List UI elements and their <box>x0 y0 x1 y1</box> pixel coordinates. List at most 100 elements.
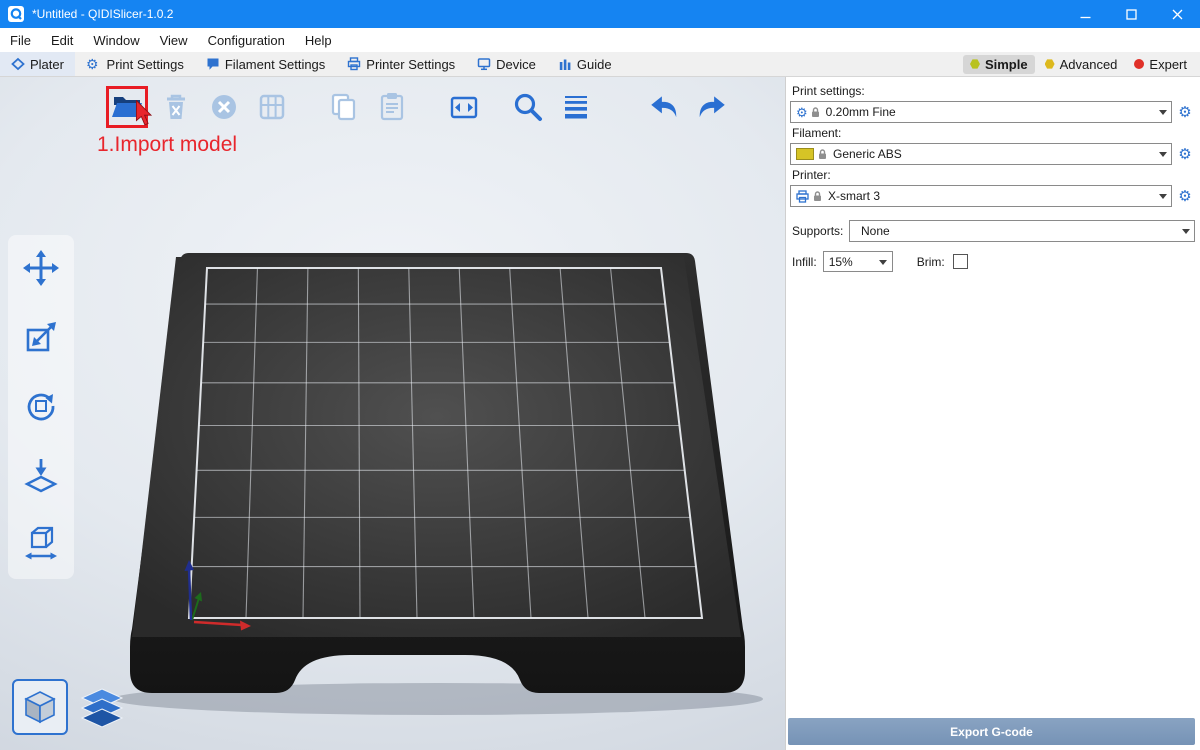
menu-bar: File Edit Window View Configuration Help <box>0 28 1200 52</box>
menu-item-configuration[interactable]: Configuration <box>198 28 295 52</box>
printer-combo[interactable]: X-smart 3 <box>790 185 1172 207</box>
tab-bar: Plater ⚙ Print Settings Filament Setting… <box>0 52 1200 77</box>
tab-filament-settings[interactable]: Filament Settings <box>195 52 336 76</box>
import-annotation: 1.Import model <box>97 133 237 157</box>
menu-item-window[interactable]: Window <box>83 28 149 52</box>
print-bed[interactable] <box>0 77 785 750</box>
scale-button[interactable] <box>20 316 62 358</box>
copy-icon <box>327 90 361 124</box>
simple-mode-icon <box>970 59 980 69</box>
expert-mode-icon <box>1134 59 1144 69</box>
window-title: *Untitled - QIDISlicer-1.0.2 <box>32 7 173 21</box>
export-gcode-button[interactable]: Export G-code <box>788 718 1195 745</box>
menu-item-edit[interactable]: Edit <box>41 28 83 52</box>
split-objects-button[interactable] <box>444 87 484 127</box>
mouse-cursor-icon <box>134 100 154 131</box>
delete-button[interactable] <box>156 87 196 127</box>
infill-label: Infill: <box>792 255 817 269</box>
minimize-button[interactable] <box>1062 0 1108 28</box>
brim-checkbox[interactable] <box>953 254 968 269</box>
chevron-down-icon <box>1154 144 1171 164</box>
mode-switcher: Simple Advanced Expert <box>963 52 1200 76</box>
infill-value: 15% <box>829 255 853 269</box>
3d-editor-cube-icon <box>20 687 60 727</box>
printer-gear-button[interactable]: ⚙ <box>1175 189 1195 204</box>
menu-item-file[interactable]: File <box>0 28 41 52</box>
place-on-face-icon <box>21 455 61 495</box>
chevron-down-icon <box>875 252 892 271</box>
preview-layers-icon <box>78 687 126 729</box>
chevron-down-icon <box>1154 102 1171 122</box>
move-icon <box>21 248 61 288</box>
supports-label: Supports: <box>792 224 847 238</box>
infill-combo[interactable]: 15% <box>823 251 893 272</box>
tab-plater[interactable]: Plater <box>0 52 75 76</box>
undo-icon <box>647 92 681 122</box>
printer-icon <box>347 57 361 71</box>
chevron-down-icon <box>1154 186 1171 206</box>
supports-value: None <box>861 224 890 238</box>
arrange-button[interactable] <box>252 87 292 127</box>
tab-print-settings[interactable]: ⚙ Print Settings <box>75 52 195 76</box>
filament-color-swatch <box>796 148 814 160</box>
rotate-button[interactable] <box>20 385 62 427</box>
title-bar: *Untitled - QIDISlicer-1.0.2 <box>0 0 1200 28</box>
menu-item-help[interactable]: Help <box>295 28 342 52</box>
mode-expert[interactable]: Expert <box>1127 55 1194 74</box>
filament-combo[interactable]: Generic ABS <box>790 143 1172 165</box>
3d-viewport[interactable]: 1.Import model <box>0 77 785 750</box>
rotate-icon <box>21 386 61 426</box>
gear-icon: ⚙ <box>796 106 808 119</box>
brim-label: Brim: <box>917 255 945 269</box>
print-settings-combo[interactable]: ⚙ 0.20mm Fine <box>790 101 1172 123</box>
print-settings-value: 0.20mm Fine <box>826 105 896 119</box>
variable-layer-height-icon <box>559 90 593 124</box>
filament-value: Generic ABS <box>833 147 902 161</box>
delete-all-button[interactable] <box>204 87 244 127</box>
search-button[interactable] <box>508 87 548 127</box>
redo-button[interactable] <box>692 87 732 127</box>
filament-gear-button[interactable]: ⚙ <box>1175 147 1195 162</box>
print-settings-gear-button[interactable]: ⚙ <box>1175 105 1195 120</box>
mode-simple[interactable]: Simple <box>963 55 1035 74</box>
place-on-face-button[interactable] <box>20 454 62 496</box>
close-button[interactable] <box>1154 0 1200 28</box>
split-objects-icon <box>447 90 481 124</box>
guide-icon <box>558 57 572 71</box>
settings-sidebar: Print settings: ⚙ 0.20mm Fine ⚙ Filament… <box>785 77 1200 750</box>
undo-button[interactable] <box>644 87 684 127</box>
lock-icon <box>811 107 820 118</box>
measure-button[interactable] <box>20 523 62 565</box>
filament-label: Filament: <box>792 126 1195 140</box>
delete-all-icon <box>207 90 241 124</box>
printer-icon <box>796 190 809 203</box>
qidislicer-window: *Untitled - QIDISlicer-1.0.2 File Edit W… <box>0 0 1200 750</box>
plater-icon <box>11 57 25 71</box>
delete-icon <box>159 90 193 124</box>
supports-combo[interactable]: None <box>849 220 1195 242</box>
move-button[interactable] <box>20 247 62 289</box>
arrange-icon <box>255 90 289 124</box>
tab-printer-settings[interactable]: Printer Settings <box>336 52 466 76</box>
printer-label: Printer: <box>792 168 1195 182</box>
lock-icon <box>813 191 822 202</box>
paste-icon <box>375 90 409 124</box>
chevron-down-icon <box>1177 221 1194 241</box>
copy-button[interactable] <box>324 87 364 127</box>
3d-editor-view-button[interactable] <box>12 679 68 735</box>
advanced-mode-icon <box>1045 59 1055 69</box>
plater-toolbar <box>106 86 732 128</box>
measure-icon <box>21 524 61 564</box>
filament-icon <box>206 57 220 71</box>
paste-button[interactable] <box>372 87 412 127</box>
preview-view-button[interactable] <box>78 687 126 729</box>
variable-layer-height-button[interactable] <box>556 87 596 127</box>
tab-guide[interactable]: Guide <box>547 52 623 76</box>
tab-device[interactable]: Device <box>466 52 547 76</box>
menu-item-view[interactable]: View <box>150 28 198 52</box>
search-icon <box>511 90 545 124</box>
redo-icon <box>695 92 729 122</box>
maximize-button[interactable] <box>1108 0 1154 28</box>
scale-icon <box>21 317 61 357</box>
mode-advanced[interactable]: Advanced <box>1038 55 1125 74</box>
